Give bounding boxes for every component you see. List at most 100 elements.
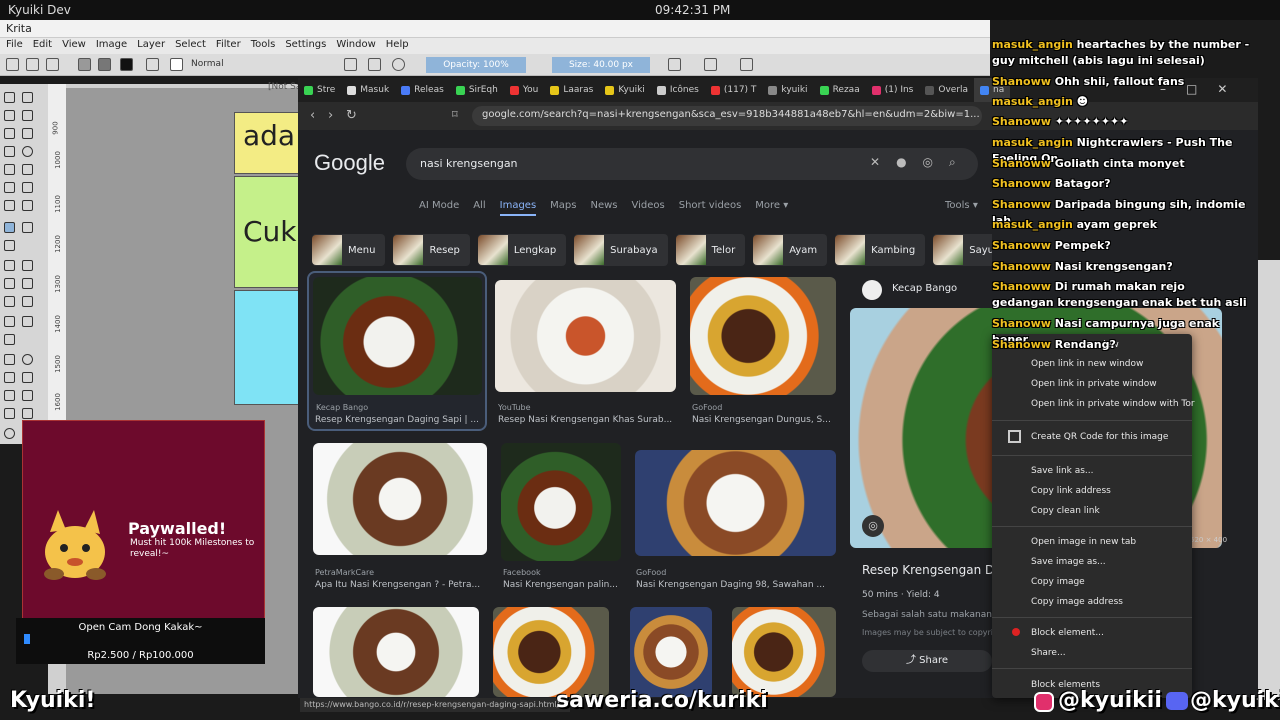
crop-tool-icon[interactable] [4, 240, 15, 251]
browser-tab[interactable]: kyuiki [762, 78, 813, 102]
colorize-mask-icon[interactable] [4, 278, 15, 289]
save-file-icon[interactable] [46, 58, 59, 71]
menu-tools[interactable]: Tools [251, 39, 276, 53]
chip[interactable]: Surabaya [574, 234, 668, 266]
color-swap-icon[interactable] [120, 58, 133, 71]
result-image[interactable] [313, 443, 487, 555]
ctx-save-image[interactable]: Save image as... [1031, 557, 1106, 567]
brush-settings-icon[interactable] [146, 58, 159, 71]
result-image[interactable] [313, 607, 479, 697]
browser-tab[interactable]: Rezaa [814, 78, 866, 102]
ctx-save-link[interactable]: Save link as... [1031, 466, 1094, 476]
polygon-tool-icon[interactable] [4, 164, 15, 175]
menu-image[interactable]: Image [96, 39, 127, 53]
enclose-fill-icon[interactable] [22, 296, 33, 307]
menu-file[interactable]: File [6, 39, 23, 53]
edit-shape-icon[interactable] [4, 110, 15, 121]
browser-tab[interactable]: Icônes [651, 78, 705, 102]
ctx-create-qr[interactable]: Create QR Code for this image [1031, 432, 1168, 442]
filter-news[interactable]: News [590, 200, 617, 216]
preserve-alpha-icon[interactable] [368, 58, 381, 71]
browser-tab[interactable]: Kyuiki [599, 78, 651, 102]
filter-maps[interactable]: Maps [550, 200, 576, 216]
transform-tool-icon[interactable] [4, 222, 15, 233]
chip[interactable]: Lengkap [477, 234, 567, 266]
forward-icon[interactable]: › [328, 108, 333, 123]
ctx-share[interactable]: Share... [1031, 648, 1066, 658]
ctx-copy-link[interactable]: Copy link address [1031, 486, 1111, 496]
blend-mode-select[interactable]: Normal [191, 59, 224, 69]
share-button[interactable]: ⤴ Share [862, 650, 992, 672]
clear-icon[interactable]: ✕ [870, 155, 880, 170]
browser-tab[interactable]: Releas [395, 78, 450, 102]
preview-title[interactable]: Resep Krengsengan Dag [862, 563, 1009, 577]
ctx-open-image[interactable]: Open image in new tab [1031, 537, 1136, 547]
reload-icon[interactable]: ↻ [346, 108, 357, 123]
calligraphy-icon[interactable] [22, 110, 33, 121]
filter-more[interactable]: More ▾ [755, 200, 788, 216]
multibrush-icon[interactable] [22, 200, 33, 211]
contiguous-select-icon[interactable] [4, 390, 15, 401]
browser-tab[interactable]: Laaras [544, 78, 599, 102]
menu-help[interactable]: Help [386, 39, 409, 53]
chip[interactable]: Sayur [933, 234, 992, 266]
bookmark-icon[interactable]: ⌑ [452, 108, 458, 121]
rect-select-icon[interactable] [4, 354, 15, 365]
result-image[interactable] [501, 443, 621, 561]
rectangle-tool-icon[interactable] [4, 146, 15, 157]
result-image[interactable] [635, 450, 836, 556]
result-image[interactable] [690, 277, 836, 395]
smart-patch-icon[interactable] [22, 278, 33, 289]
chip[interactable]: Resep [393, 234, 470, 266]
chip[interactable]: Telor [675, 234, 746, 266]
menu-select[interactable]: Select [175, 39, 206, 53]
browser-tab[interactable]: SirEqh [450, 78, 504, 102]
gradient-icon[interactable] [78, 58, 91, 71]
result-image[interactable] [493, 607, 609, 697]
browser-tab[interactable]: Overla [919, 78, 974, 102]
gradient-tool-icon[interactable] [4, 260, 15, 271]
reload-preset-icon[interactable] [392, 58, 405, 71]
new-file-icon[interactable] [6, 58, 19, 71]
search-icon[interactable]: ⌕ [949, 155, 956, 170]
address-bar[interactable]: google.com/search?q=nasi+krengsengan&sca… [472, 106, 982, 126]
ctx-copy-clean-link[interactable]: Copy clean link [1031, 506, 1100, 516]
microphone-icon[interactable]: ● [896, 155, 906, 170]
back-icon[interactable]: ‹ [310, 108, 315, 123]
fill-tool-icon[interactable] [4, 296, 15, 307]
browser-tab[interactable]: You [504, 78, 545, 102]
menu-settings[interactable]: Settings [285, 39, 326, 53]
lens-icon[interactable]: ◎ [923, 155, 933, 170]
brush-preset-icon[interactable] [170, 58, 183, 71]
result-caption[interactable]: Apa Itu Nasi Krengsengan ? - Petra... [315, 580, 487, 590]
reference-tool-icon[interactable] [4, 334, 15, 345]
menu-layer[interactable]: Layer [137, 39, 165, 53]
open-file-icon[interactable] [26, 58, 39, 71]
select-shape-icon[interactable] [4, 92, 15, 103]
text-tool-icon[interactable] [22, 92, 33, 103]
browser-tab[interactable]: (117) T [705, 78, 763, 102]
size-slider[interactable]: Size: 40.00 px [552, 57, 650, 73]
eraser-icon[interactable] [344, 58, 357, 71]
crop-icon[interactable] [740, 58, 753, 71]
assistant-tool-icon[interactable] [4, 316, 15, 327]
result-image[interactable] [630, 607, 712, 697]
filter-ai-mode[interactable]: AI Mode [419, 200, 459, 216]
bezier-select-icon[interactable] [4, 408, 15, 419]
preview-source[interactable]: Kecap Bango [892, 283, 957, 294]
ellipse-select-icon[interactable] [22, 354, 33, 365]
chip[interactable]: Menu [312, 234, 386, 266]
move-tool-icon[interactable] [22, 222, 33, 233]
chip[interactable]: Kambing [835, 234, 926, 266]
ctx-open-link-tor[interactable]: Open link in private window with Tor [1031, 399, 1195, 409]
result-image[interactable] [732, 607, 836, 697]
tools-button[interactable]: Tools ▾ [945, 200, 978, 211]
ctx-open-link-new-window[interactable]: Open link in new window [1031, 359, 1143, 369]
freehand-path-icon[interactable] [22, 182, 33, 193]
measure-tool-icon[interactable] [22, 316, 33, 327]
polygon-select-icon[interactable] [4, 372, 15, 383]
mirror-horizontal-icon[interactable] [668, 58, 681, 71]
pattern-icon[interactable] [98, 58, 111, 71]
browser-tab[interactable]: (1) Ins [866, 78, 920, 102]
ctx-copy-image-address[interactable]: Copy image address [1031, 597, 1123, 607]
